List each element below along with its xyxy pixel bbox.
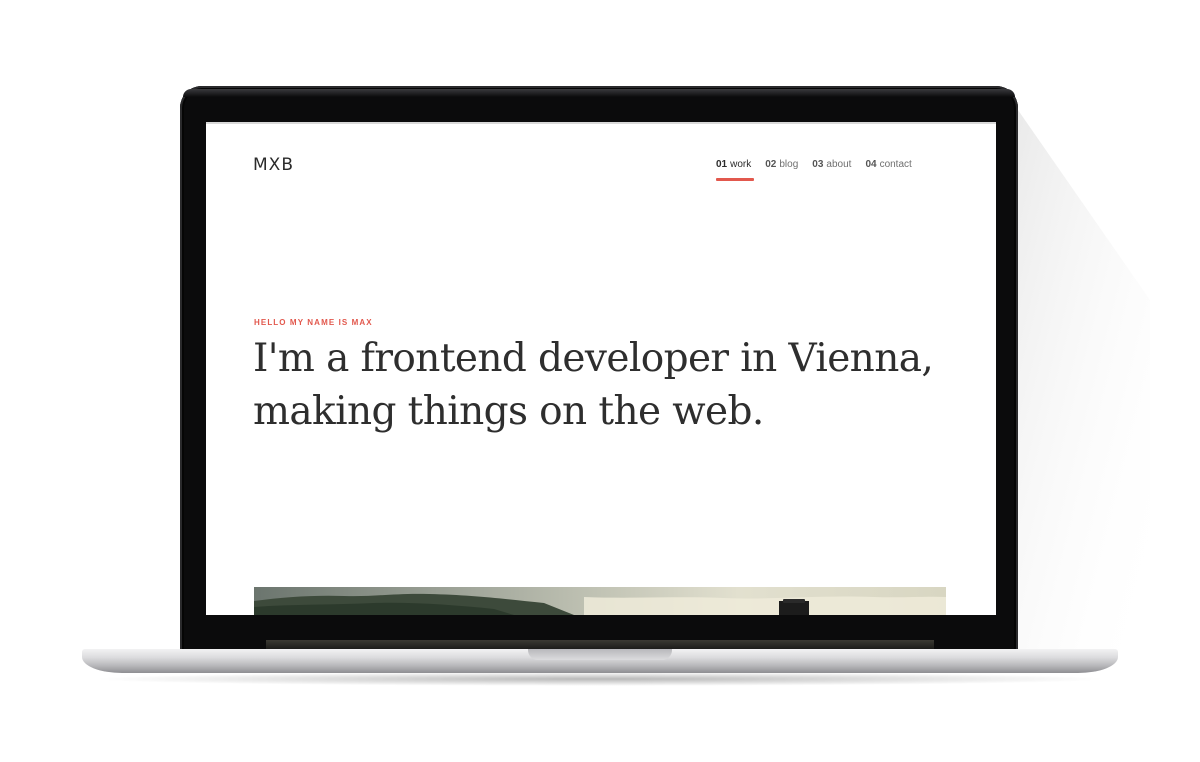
active-nav-indicator [716,178,754,181]
nav-item-contact[interactable]: 04 contact [865,159,911,170]
nav-item-work[interactable]: 01 work [716,159,754,181]
base-shadow [90,672,1110,686]
lid-edge [183,89,1015,97]
hero-headline: I'm a frontend developer in Vienna, maki… [253,336,934,434]
nav-item-about[interactable]: 03 about [812,159,851,170]
device-mockup: MXB 01 work 02 blog 03 about 04 contact HELL… [0,0,1200,762]
nav-item-label: contact [879,159,912,170]
nav-item-blog[interactable]: 02 blog [765,159,798,170]
trackpad-notch [528,649,672,660]
screen-top-line [206,122,996,124]
landscape-photo[interactable] [254,587,946,615]
nav-item-number: 02 [765,159,777,170]
intro-eyebrow: HELLO MY NAME IS MAX [254,318,373,327]
nav-item-label: blog [779,159,799,170]
nav-item-label: work [730,159,752,170]
nav-item-number: 03 [812,159,824,170]
site-logo[interactable]: MXB [253,155,294,175]
nav-item-number: 04 [865,159,877,170]
main-nav: 01 work 02 blog 03 about 04 contact [716,159,912,181]
nav-item-number: 01 [716,159,728,170]
laptop-hinge [266,640,934,649]
nav-item-label: about [826,159,852,170]
browser-screen: MXB 01 work 02 blog 03 about 04 contact HELL… [206,122,996,615]
